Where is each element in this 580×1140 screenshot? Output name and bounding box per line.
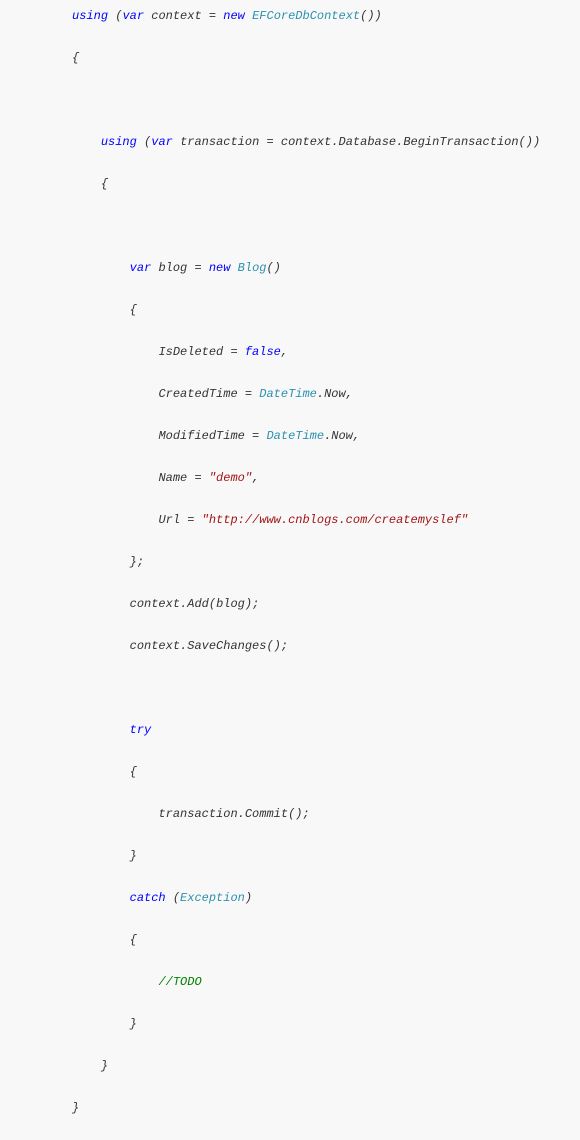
blank-line (0, 678, 580, 699)
comment-todo: //TODO (158, 975, 201, 989)
keyword-var: var (122, 9, 144, 23)
identifier-blog: blog (158, 261, 187, 275)
code-line: context.SaveChanges(); (0, 636, 580, 657)
code-line: CreatedTime = DateTime.Now, (0, 384, 580, 405)
keyword-using: using (72, 9, 108, 23)
code-line: } (0, 846, 580, 867)
keyword-catch: catch (130, 891, 166, 905)
keyword-try: try (130, 723, 152, 737)
code-line: { (0, 300, 580, 321)
code-line: IsDeleted = false, (0, 342, 580, 363)
code-line: } (0, 1098, 580, 1119)
type-datetime: DateTime (259, 387, 317, 401)
code-block: using (var context = new EFCoreDbContext… (0, 0, 580, 1140)
code-line: Url = "http://www.cnblogs.com/createmysl… (0, 510, 580, 531)
code-line: { (0, 930, 580, 951)
string-demo: "demo" (209, 471, 252, 485)
code-line: Name = "demo", (0, 468, 580, 489)
code-line: { (0, 174, 580, 195)
keyword-var: var (151, 135, 173, 149)
type-blog: Blog (238, 261, 267, 275)
type-exception: Exception (180, 891, 245, 905)
keyword-false: false (245, 345, 281, 359)
code-line: catch (Exception) (0, 888, 580, 909)
code-line: context.Add(blog); (0, 594, 580, 615)
blank-line (0, 216, 580, 237)
code-line: { (0, 762, 580, 783)
string-url: "http://www.cnblogs.com/createmyslef" (202, 513, 468, 527)
code-line: using (var context = new EFCoreDbContext… (0, 6, 580, 27)
type-dbcontext: EFCoreDbContext (252, 9, 360, 23)
keyword-var: var (130, 261, 152, 275)
identifier-transaction: transaction (180, 135, 259, 149)
keyword-using: using (101, 135, 137, 149)
identifier-context: context (151, 9, 201, 23)
type-datetime: DateTime (266, 429, 324, 443)
code-line: var blog = new Blog() (0, 258, 580, 279)
blank-line (0, 90, 580, 111)
code-line: using (var transaction = context.Databas… (0, 132, 580, 153)
code-line: ModifiedTime = DateTime.Now, (0, 426, 580, 447)
code-line: } (0, 1056, 580, 1077)
code-line: { (0, 48, 580, 69)
code-line: try (0, 720, 580, 741)
code-line: } (0, 1014, 580, 1035)
code-line: }; (0, 552, 580, 573)
code-line: transaction.Commit(); (0, 804, 580, 825)
keyword-new: new (209, 261, 231, 275)
keyword-new: new (223, 9, 245, 23)
code-line: //TODO (0, 972, 580, 993)
